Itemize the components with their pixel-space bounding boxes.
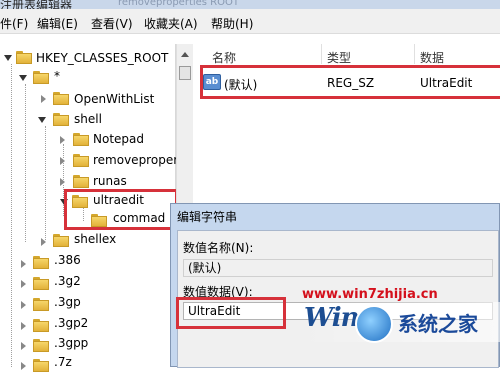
tree-node-shell[interactable]: shell <box>74 110 102 128</box>
collapse-arrow-icon[interactable] <box>60 157 66 165</box>
menu-help[interactable]: 帮助(H) <box>211 17 253 31</box>
expand-arrow-icon[interactable] <box>4 55 12 61</box>
highlight-frame-ultraedit <box>64 189 178 230</box>
folder-icon <box>53 113 69 126</box>
folder-icon <box>33 359 49 372</box>
watermark-win: Win <box>304 303 360 333</box>
folder-icon <box>33 298 49 311</box>
folder-icon <box>73 154 89 167</box>
expand-arrow-icon[interactable] <box>38 117 46 123</box>
tree-node-ext[interactable]: .3gp2 <box>54 314 88 332</box>
watermark-brand: 系统之家 <box>398 312 478 336</box>
tree-node-ext[interactable]: .3gp <box>54 293 81 311</box>
folder-icon <box>53 92 69 105</box>
menu-view[interactable]: 查看(V) <box>91 17 133 31</box>
highlight-frame-value-row <box>200 65 500 99</box>
collapse-arrow-icon[interactable] <box>60 178 66 186</box>
column-header-name[interactable]: 名称 <box>212 49 236 66</box>
collapse-arrow-icon[interactable] <box>21 280 27 288</box>
expand-arrow-icon[interactable] <box>19 75 27 81</box>
tree-node-notepad[interactable]: Notepad <box>93 130 144 148</box>
column-separator[interactable] <box>414 44 415 64</box>
menu-file[interactable]: 件(F) <box>0 17 28 31</box>
folder-icon <box>33 319 49 332</box>
window-title: 注册表编辑器 <box>0 0 73 9</box>
tree-node-ext[interactable]: .3gpp <box>54 334 88 352</box>
tree-node-removeproper[interactable]: removeproper <box>93 151 178 169</box>
collapse-arrow-icon[interactable] <box>21 342 27 350</box>
scroll-up-icon[interactable] <box>181 52 189 57</box>
value-name-label: 数值名称(N): <box>183 241 254 255</box>
menu-edit[interactable]: 编辑(E) <box>37 17 78 31</box>
folder-icon <box>33 277 49 290</box>
collapse-arrow-icon[interactable] <box>21 301 27 309</box>
column-header-data[interactable]: 数据 <box>420 49 444 66</box>
column-header-type[interactable]: 类型 <box>327 49 351 66</box>
collapse-arrow-icon[interactable] <box>21 322 27 330</box>
folder-icon <box>73 133 89 146</box>
tree-node-ext[interactable]: .386 <box>54 251 81 269</box>
tree-node-openwithlist[interactable]: OpenWithList <box>74 90 154 108</box>
folder-icon <box>73 175 89 188</box>
watermark-url: www.win7zhijia.cn <box>302 287 438 302</box>
collapse-arrow-icon[interactable] <box>41 238 47 246</box>
tree-node-ext[interactable]: .3g2 <box>54 272 81 290</box>
windows-logo-icon <box>355 305 393 343</box>
collapse-arrow-icon[interactable] <box>60 136 66 144</box>
tree-guide-line <box>11 64 12 367</box>
folder-icon <box>33 256 49 269</box>
highlight-frame-data-input <box>176 297 286 329</box>
tree-node-hkcr[interactable]: HKEY_CLASSES_ROOT <box>36 49 168 67</box>
tree-node-shellex[interactable]: shellex <box>74 230 116 248</box>
folder-icon <box>53 234 69 247</box>
column-separator[interactable] <box>321 44 322 64</box>
collapse-arrow-icon[interactable] <box>41 95 47 103</box>
window-title-bar: 注册表编辑器 removeproperties ROOT <box>0 0 500 9</box>
window-title-ghost: removeproperties ROOT <box>118 0 239 8</box>
folder-icon <box>33 339 49 352</box>
collapse-arrow-icon[interactable] <box>21 260 27 268</box>
tree-guide-line <box>45 126 46 240</box>
tree-node-runas[interactable]: runas <box>93 172 127 190</box>
scroll-thumb[interactable] <box>179 66 191 80</box>
folder-icon <box>33 71 49 84</box>
menu-favorites[interactable]: 收藏夹(A) <box>144 17 198 31</box>
folder-icon <box>16 51 32 64</box>
value-name-field: (默认) <box>183 259 493 277</box>
tree-guide-line <box>25 84 26 242</box>
tree-node-ext[interactable]: .7z <box>54 353 72 371</box>
dialog-title: 编辑字符串 <box>177 210 238 224</box>
collapse-arrow-icon[interactable] <box>21 362 27 370</box>
tree-node-star[interactable]: * <box>54 67 60 85</box>
